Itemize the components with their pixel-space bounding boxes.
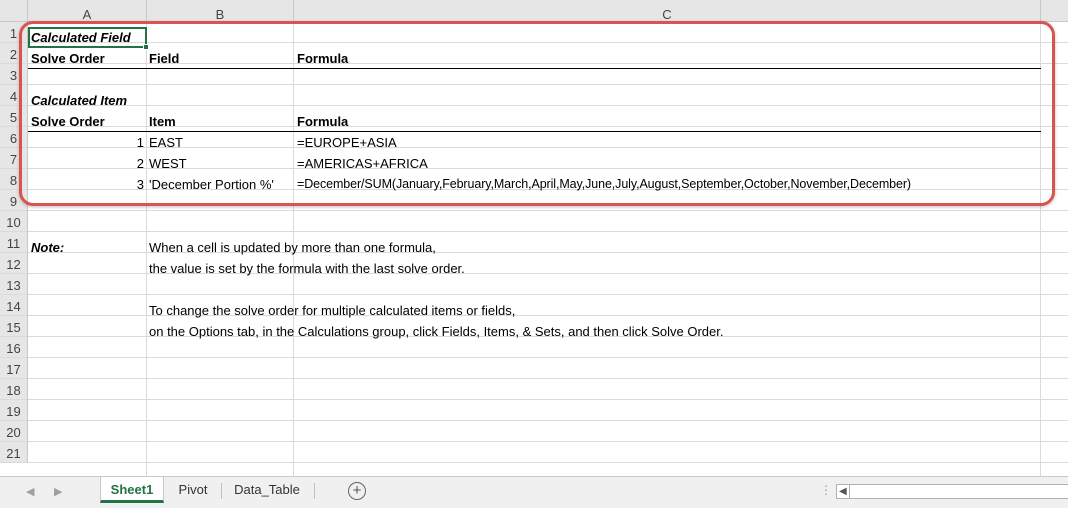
tab-sheet1[interactable]: Sheet1 (100, 477, 164, 503)
scroll-tabs-right-icon[interactable]: ▶ (54, 485, 62, 498)
row-header-4[interactable]: 4 (0, 85, 28, 106)
cell-a6[interactable]: 1 (28, 132, 144, 153)
tab-data-table[interactable]: Data_Table (223, 477, 311, 503)
cell-b15[interactable]: on the Options tab, in the Calculations … (149, 321, 723, 342)
row-header-16[interactable]: 16 (0, 337, 28, 358)
row-header-6[interactable]: 6 (0, 127, 28, 148)
cell-a4[interactable]: Calculated Item (31, 90, 127, 111)
cell-c7[interactable]: =AMERICAS+AFRICA (297, 153, 428, 174)
gridline-horizontal (28, 420, 1068, 421)
gridline-horizontal (28, 126, 1068, 127)
gridline-vertical (1040, 22, 1041, 476)
row-header-14[interactable]: 14 (0, 295, 28, 316)
cell-b5[interactable]: Item (149, 111, 176, 132)
gridline-horizontal (28, 84, 1068, 85)
column-header-c[interactable]: C (294, 0, 1041, 22)
row-header-11[interactable]: 11 (0, 232, 28, 253)
row-header-15[interactable]: 15 (0, 316, 28, 337)
row-header-7[interactable]: 7 (0, 148, 28, 169)
gridline-horizontal (28, 147, 1068, 148)
gridline-vertical (146, 22, 147, 476)
column-header-a[interactable]: A (28, 0, 147, 22)
gridline-horizontal (28, 63, 1068, 64)
gridline-horizontal (28, 231, 1068, 232)
cell-a5[interactable]: Solve Order (31, 111, 105, 132)
cell-b7[interactable]: WEST (149, 153, 187, 174)
gridline-horizontal (28, 294, 1068, 295)
cell-b12[interactable]: the value is set by the formula with the… (149, 258, 465, 279)
cell-b14[interactable]: To change the solve order for multiple c… (149, 300, 515, 321)
tab-separator (221, 483, 222, 499)
row-header-5[interactable]: 5 (0, 106, 28, 127)
cell-a8[interactable]: 3 (28, 174, 144, 195)
gridline-horizontal (28, 105, 1068, 106)
header-border-line (28, 68, 1041, 69)
row-header-2[interactable]: 2 (0, 43, 28, 64)
row-header-19[interactable]: 19 (0, 400, 28, 421)
cell-a2[interactable]: Solve Order (31, 48, 105, 69)
cell-b6[interactable]: EAST (149, 132, 183, 153)
cell-b2[interactable]: Field (149, 48, 179, 69)
scroll-left-icon[interactable]: ◀ (839, 485, 847, 498)
gridline-horizontal (28, 42, 1068, 43)
row-header-9[interactable]: 9 (0, 190, 28, 211)
horizontal-scrollbar[interactable]: ◀ (836, 484, 1068, 499)
row-header-21[interactable]: 21 (0, 442, 28, 463)
row-header-20[interactable]: 20 (0, 421, 28, 442)
cell-b11[interactable]: When a cell is updated by more than one … (149, 237, 436, 258)
row-header-3[interactable]: 3 (0, 64, 28, 85)
gridline-horizontal (28, 399, 1068, 400)
scroll-tabs-left-icon[interactable]: ◀ (26, 485, 34, 498)
row-header-12[interactable]: 12 (0, 253, 28, 274)
gridline-horizontal (28, 357, 1068, 358)
row-header-10[interactable]: 10 (0, 211, 28, 232)
active-cell-outline (28, 27, 147, 48)
add-sheet-icon[interactable]: + (348, 482, 366, 500)
gridline-horizontal (28, 210, 1068, 211)
scrollbar-thumb[interactable] (849, 485, 1068, 498)
cell-c8[interactable]: =December/SUM(January,February,March,Apr… (297, 174, 911, 195)
cell-c5[interactable]: Formula (297, 111, 348, 132)
gridline-horizontal (28, 378, 1068, 379)
row-header-1[interactable]: 1 (0, 22, 28, 43)
fill-handle[interactable] (143, 44, 149, 50)
cell-c6[interactable]: =EUROPE+ASIA (297, 132, 397, 153)
row-header-18[interactable]: 18 (0, 379, 28, 400)
cell-c2[interactable]: Formula (297, 48, 348, 69)
row-header-8[interactable]: 8 (0, 169, 28, 190)
select-all-corner[interactable] (0, 0, 28, 22)
column-header-d[interactable] (1041, 0, 1068, 22)
column-header-b[interactable]: B (147, 0, 294, 22)
cell-b8[interactable]: 'December Portion %' (149, 174, 274, 195)
tab-pivot[interactable]: Pivot (166, 477, 220, 503)
splitter-handle-icon[interactable]: ⋮ (820, 483, 832, 497)
cell-a7[interactable]: 2 (28, 153, 144, 174)
row-header-13[interactable]: 13 (0, 274, 28, 295)
sheet-tab-bar: ◀ ▶ Sheet1 Pivot Data_Table + ⋮ ◀ (0, 476, 1068, 508)
gridline-horizontal (28, 462, 1068, 463)
row-header-17[interactable]: 17 (0, 358, 28, 379)
tab-separator (314, 483, 315, 499)
gridline-horizontal (28, 441, 1068, 442)
cell-a11[interactable]: Note: (31, 237, 64, 258)
